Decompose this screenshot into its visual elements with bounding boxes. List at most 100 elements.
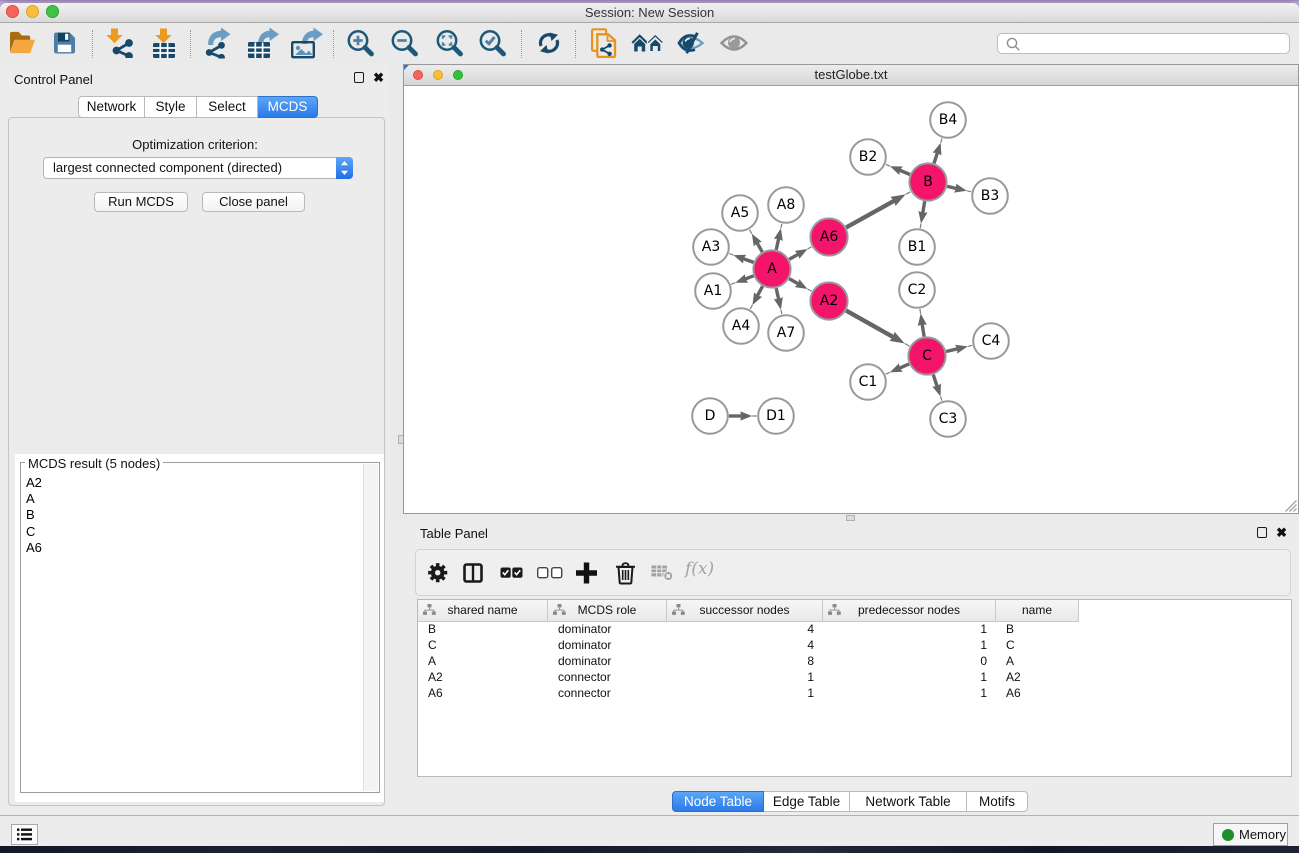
table-row[interactable]: A2connector11A2 bbox=[418, 669, 1291, 685]
table-cell[interactable]: C bbox=[996, 637, 1079, 653]
show-panels-list-button[interactable] bbox=[11, 824, 38, 845]
column-header-name[interactable]: name bbox=[996, 600, 1079, 621]
table-cell[interactable]: A2 bbox=[418, 669, 548, 685]
result-item[interactable]: A6 bbox=[26, 540, 364, 556]
table-settings-icon[interactable] bbox=[428, 563, 448, 583]
graph-edge[interactable] bbox=[757, 242, 763, 252]
criterion-dropdown[interactable]: largest connected component (directed) bbox=[43, 157, 353, 179]
table-cell[interactable]: connector bbox=[548, 685, 667, 701]
close-panel-button[interactable]: Close panel bbox=[202, 192, 305, 212]
table-row[interactable]: Cdominator41C bbox=[418, 637, 1291, 653]
export-image-icon[interactable] bbox=[291, 28, 323, 59]
tab-style[interactable]: Style bbox=[145, 96, 197, 118]
resize-grip-icon[interactable] bbox=[1285, 500, 1297, 512]
add-column-icon[interactable] bbox=[575, 561, 598, 584]
deselect-all-icon[interactable] bbox=[537, 567, 563, 579]
import-table-icon[interactable] bbox=[150, 28, 178, 58]
result-item[interactable]: C bbox=[26, 524, 364, 540]
zoom-selected-icon[interactable] bbox=[479, 30, 506, 57]
table-cell[interactable]: A6 bbox=[418, 685, 548, 701]
result-item[interactable]: A2 bbox=[26, 475, 364, 491]
graph-edge[interactable] bbox=[745, 276, 754, 279]
tab-node-table[interactable]: Node Table bbox=[672, 791, 764, 812]
zoom-fit-icon[interactable] bbox=[436, 30, 463, 57]
zoom-in-icon[interactable] bbox=[347, 30, 374, 57]
export-table-icon[interactable] bbox=[247, 28, 279, 59]
graph-edge[interactable] bbox=[933, 375, 937, 387]
import-network-icon[interactable] bbox=[106, 28, 134, 58]
table-cell[interactable]: 0 bbox=[823, 653, 996, 669]
tab-network[interactable]: Network bbox=[78, 96, 145, 118]
close-panel-icon[interactable]: ✖ bbox=[373, 73, 384, 82]
run-mcds-button[interactable]: Run MCDS bbox=[94, 192, 188, 212]
graph-edge[interactable] bbox=[922, 323, 924, 336]
delete-table-icon[interactable] bbox=[651, 565, 674, 581]
graph-edge[interactable] bbox=[776, 238, 779, 250]
tab-motifs[interactable]: Motifs bbox=[967, 791, 1028, 812]
graph-edge[interactable] bbox=[946, 349, 958, 352]
table-cell[interactable]: A2 bbox=[996, 669, 1079, 685]
mcds-result-list[interactable]: A2ABCA6 bbox=[22, 464, 364, 791]
table-cell[interactable]: 1 bbox=[823, 621, 996, 637]
table-cell[interactable]: A6 bbox=[996, 685, 1079, 701]
table-cell[interactable]: dominator bbox=[548, 653, 667, 669]
search-input[interactable] bbox=[997, 33, 1290, 54]
table-cell[interactable]: C bbox=[418, 637, 548, 653]
table-cell[interactable]: connector bbox=[548, 669, 667, 685]
table-row[interactable]: Bdominator41B bbox=[418, 621, 1291, 637]
hide-eye-icon[interactable] bbox=[677, 32, 705, 54]
graph-edge[interactable] bbox=[757, 286, 763, 296]
table-cell[interactable]: 4 bbox=[667, 621, 823, 637]
delete-column-icon[interactable] bbox=[615, 561, 636, 584]
column-header-MCDS-role[interactable]: MCDS role bbox=[548, 600, 667, 621]
graph-edge[interactable] bbox=[846, 201, 895, 228]
tab-select[interactable]: Select bbox=[197, 96, 258, 118]
tab-network-table[interactable]: Network Table bbox=[850, 791, 967, 812]
table-cell[interactable]: dominator bbox=[548, 637, 667, 653]
show-eye-icon[interactable] bbox=[720, 34, 748, 53]
table-cell[interactable]: 1 bbox=[667, 685, 823, 701]
close-table-panel-icon[interactable]: ✖ bbox=[1276, 528, 1287, 537]
network-graph-canvas[interactable]: B4B2BB3A8A5A6A3B1AA1C2A2A4A7C4CC1C3DD1 bbox=[404, 86, 1299, 513]
table-cell[interactable]: 1 bbox=[667, 669, 823, 685]
float-table-panel-icon[interactable] bbox=[1257, 527, 1268, 538]
graph-edge[interactable] bbox=[934, 152, 938, 163]
network-window-titlebar[interactable]: testGlobe.txt bbox=[404, 65, 1298, 86]
result-scrollbar[interactable] bbox=[363, 464, 378, 791]
select-all-icon[interactable] bbox=[500, 567, 523, 579]
table-cell[interactable]: 4 bbox=[667, 637, 823, 653]
result-item[interactable]: A bbox=[26, 491, 364, 507]
graph-edge[interactable] bbox=[789, 279, 799, 285]
table-cell[interactable]: B bbox=[996, 621, 1079, 637]
graph-edge[interactable] bbox=[789, 254, 799, 260]
graph-edge[interactable] bbox=[776, 288, 779, 300]
window-titlebar[interactable]: Session: New Session bbox=[0, 3, 1299, 23]
table-cell[interactable]: B bbox=[418, 621, 548, 637]
home-icon[interactable] bbox=[631, 34, 664, 53]
open-file-icon[interactable] bbox=[8, 30, 37, 57]
tab-edge-table[interactable]: Edge Table bbox=[764, 791, 850, 812]
graph-edge[interactable] bbox=[899, 364, 909, 369]
table-cell[interactable]: A bbox=[996, 653, 1079, 669]
split-table-icon[interactable] bbox=[463, 563, 483, 583]
graph-edge[interactable] bbox=[899, 170, 910, 175]
refresh-icon[interactable] bbox=[538, 33, 560, 54]
table-row[interactable]: A6connector11A6 bbox=[418, 685, 1291, 701]
function-builder-button[interactable]: f(x) bbox=[685, 559, 714, 579]
table-cell[interactable]: 1 bbox=[823, 685, 996, 701]
horizontal-divider-grip[interactable] bbox=[846, 515, 855, 521]
column-header-shared-name[interactable]: shared name bbox=[418, 600, 548, 621]
table-cell[interactable]: 1 bbox=[823, 669, 996, 685]
graph-edge[interactable] bbox=[743, 259, 754, 263]
graph-edge[interactable] bbox=[947, 186, 957, 188]
column-header-successor-nodes[interactable]: successor nodes bbox=[667, 600, 823, 621]
table-cell[interactable]: 1 bbox=[823, 637, 996, 653]
table-cell[interactable]: dominator bbox=[548, 621, 667, 637]
table-row[interactable]: Adominator80A bbox=[418, 653, 1291, 669]
export-network-icon[interactable] bbox=[205, 28, 235, 59]
table-cell[interactable]: 8 bbox=[667, 653, 823, 669]
memory-button[interactable]: Memory bbox=[1213, 823, 1288, 846]
graph-edge[interactable] bbox=[923, 201, 925, 213]
zoom-out-icon[interactable] bbox=[391, 30, 418, 57]
session-network-icon[interactable] bbox=[590, 28, 617, 58]
